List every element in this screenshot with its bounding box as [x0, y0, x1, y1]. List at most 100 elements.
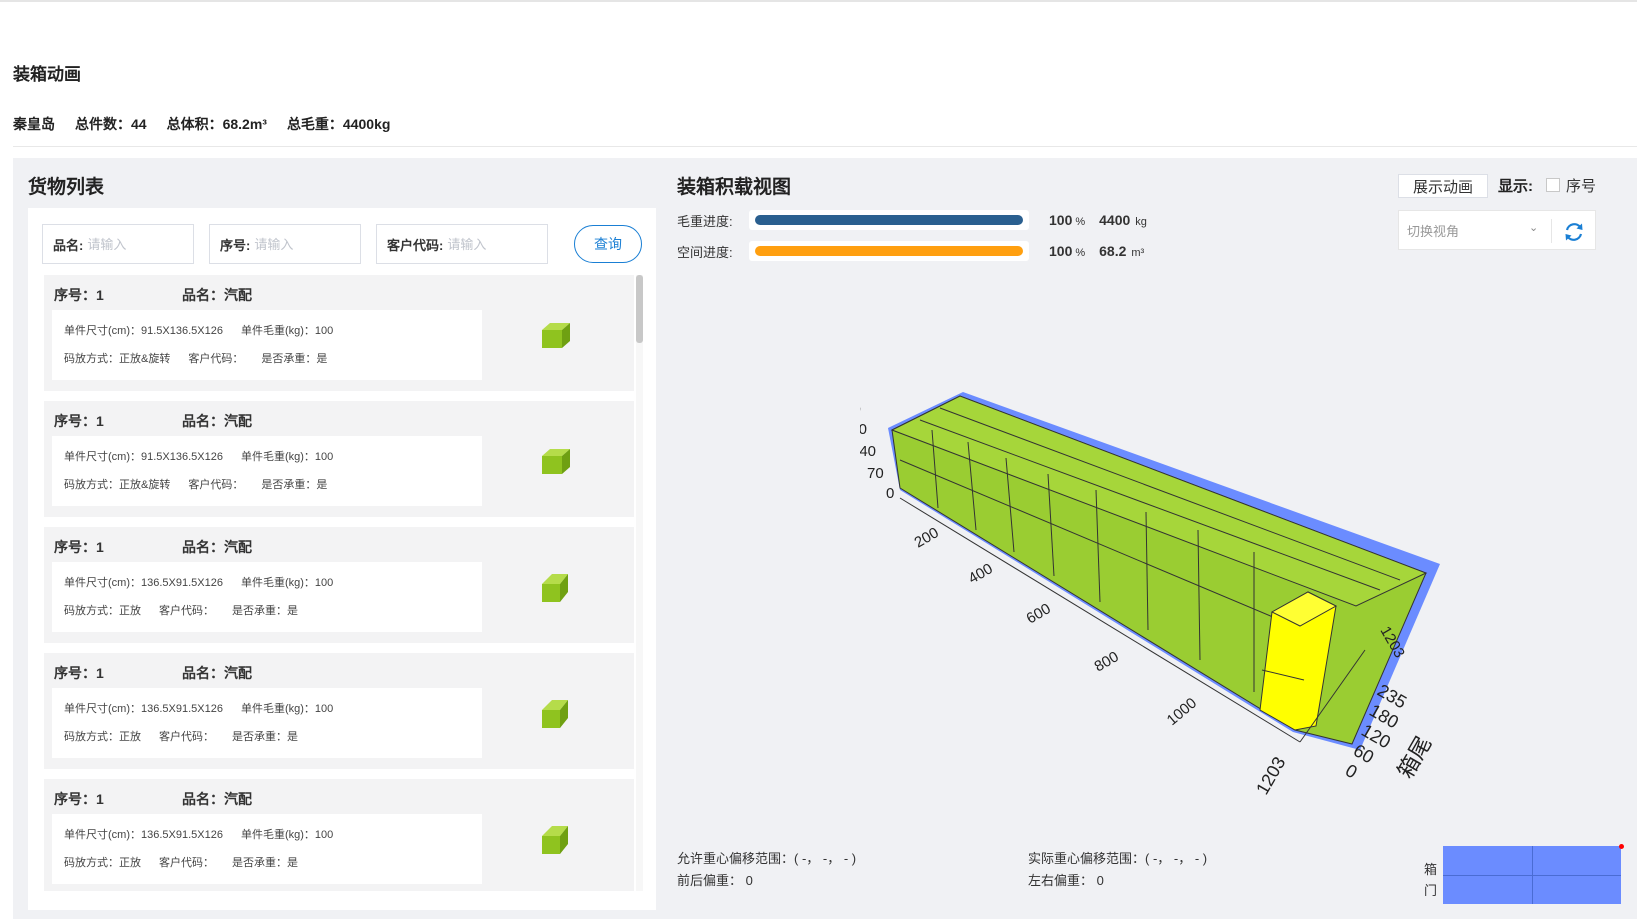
length-tick: 200 [912, 524, 942, 551]
item-weight: 单件毛重(kg)：100 [240, 829, 334, 841]
rear-label: 箱尾 [1393, 732, 1437, 783]
list-item[interactable]: 序号：1 品名：汽配 单件尺寸(cm)：136.5X91.5X126 单件毛重(kg… [44, 779, 634, 891]
item-placement: 码放方式：正放&旋转 [64, 479, 171, 491]
item-detail: 单件尺寸(cm)：91.5X136.5X126 单件毛重(kg)：100 码放方式… [52, 310, 482, 380]
item-size: 单件尺寸(cm)：136.5X91.5X126 [64, 829, 223, 841]
item-detail: 单件尺寸(cm)：136.5X91.5X126 单件毛重(kg)：100 码放方式… [52, 562, 482, 632]
length-tick: 800 [1092, 648, 1122, 675]
item-customer: 客户代码： [188, 353, 244, 365]
item-seq: 序号：1 [54, 287, 104, 303]
item-detail: 单件尺寸(cm)：136.5X91.5X126 单件毛重(kg)：100 码放方式… [52, 688, 482, 758]
summary-location: 秦皇岛 [13, 116, 55, 132]
item-name: 品名：汽配 [182, 287, 252, 303]
item-placement: 码放方式：正放 [64, 731, 141, 743]
list-item[interactable]: 序号：1 品名：汽配 单件尺寸(cm)：136.5X91.5X126 单件毛重(kg… [44, 653, 634, 769]
item-detail: 单件尺寸(cm)：136.5X91.5X126 单件毛重(kg)：100 码放方式… [52, 814, 482, 884]
item-placement: 码放方式：正放 [64, 857, 141, 869]
item-bearing: 是否承重：是 [232, 731, 298, 743]
height-tick: 140 [860, 443, 876, 460]
name-filter-label: 品名: [53, 237, 84, 253]
item-seq: 序号：1 [54, 665, 104, 681]
cargo-list[interactable]: 序号：1 品名：汽配 单件尺寸(cm)：91.5X136.5X126 单件毛重(kg… [44, 275, 634, 891]
item-bearing: 是否承重：是 [232, 605, 298, 617]
length-tick: 1203 [1252, 753, 1289, 798]
seq-filter-label: 序号: [220, 237, 251, 253]
container-3d-view[interactable]: 269 210 140 70 0 200 400 600 800 1000 12… [860, 380, 1520, 820]
seq-filter[interactable]: 序号: [209, 224, 361, 264]
space-progress: 空间进度: 100% 68.2 m³ [677, 240, 1144, 262]
center-of-gravity-marker [1619, 844, 1624, 849]
chevron-down-icon[interactable]: ⌄ [1529, 221, 1538, 234]
actual-offset: 实际重心偏移范围：( -， -， - ) [1028, 851, 1208, 866]
left-right-bias: 左右偏重： 0 [1028, 873, 1104, 888]
item-placement: 码放方式：正放&旋转 [64, 353, 171, 365]
customer-filter[interactable]: 客户代码: [376, 224, 548, 264]
page-title: 装箱动画 [13, 65, 81, 84]
refresh-icon[interactable] [1561, 219, 1587, 245]
weight-progress-fill [755, 215, 1023, 225]
item-name: 品名：汽配 [182, 791, 252, 807]
query-button[interactable]: 查询 [574, 225, 642, 263]
summary-bar: 秦皇岛 总件数：44 总体积：68.2m³ 总毛重：4400kg [13, 114, 390, 134]
seq-input[interactable] [254, 236, 360, 252]
name-filter[interactable]: 品名: [42, 224, 194, 264]
item-name: 品名：汽配 [182, 539, 252, 555]
allowed-offset: 允许重心偏移范围：( -， -， - ) [677, 851, 857, 866]
height-tick: 210 [860, 421, 867, 438]
summary-total-volume: 总体积：68.2m³ [166, 116, 267, 132]
loading-view-title: 装箱积载视图 [677, 177, 792, 198]
weight-progress-value: 4400 kg [1099, 212, 1147, 228]
length-tick: 400 [966, 560, 996, 587]
list-item[interactable]: 序号：1 品名：汽配 单件尺寸(cm)：91.5X136.5X126 单件毛重(kg… [44, 401, 634, 517]
item-weight: 单件毛重(kg)：100 [240, 325, 334, 337]
item-name: 品名：汽配 [182, 665, 252, 681]
weight-progress-track [749, 210, 1029, 230]
length-tick: 600 [1024, 600, 1054, 627]
item-customer: 客户代码： [188, 479, 244, 491]
height-axis: 269 210 140 70 0 [860, 401, 894, 502]
item-seq: 序号：1 [54, 413, 104, 429]
top-border [0, 0, 1637, 2]
cargo-cube-icon [542, 574, 568, 602]
item-weight: 单件毛重(kg)：100 [240, 451, 334, 463]
space-progress-percent: 100% [1049, 243, 1086, 259]
item-name: 品名：汽配 [182, 413, 252, 429]
item-size: 单件尺寸(cm)：136.5X91.5X126 [64, 703, 223, 715]
view-select[interactable]: 切换视角 [1407, 221, 1547, 240]
separator [1551, 219, 1552, 243]
view-controls: 切换视角 ⌄ [1398, 210, 1596, 250]
list-item[interactable]: 序号：1 品名：汽配 单件尺寸(cm)：91.5X136.5X126 单件毛重(kg… [44, 275, 634, 391]
front-back-bias: 前后偏重： 0 [677, 873, 753, 888]
weight-progress-percent: 100% [1049, 212, 1086, 228]
door-label-2: 门 [1424, 883, 1438, 898]
seq-checkbox[interactable] [1546, 178, 1560, 192]
customer-input[interactable] [447, 236, 547, 252]
space-progress-track [749, 241, 1029, 261]
summary-total-weight: 总毛重：4400kg [286, 116, 391, 132]
item-size: 单件尺寸(cm)：136.5X91.5X126 [64, 577, 223, 589]
display-label: 显示: [1498, 178, 1533, 195]
length-tick: 1000 [1164, 695, 1200, 729]
space-progress-label: 空间进度: [677, 244, 733, 260]
weight-progress: 毛重进度: 100% 4400 kg [677, 209, 1147, 231]
item-bearing: 是否承重：是 [232, 857, 298, 869]
item-size: 单件尺寸(cm)：91.5X136.5X126 [64, 325, 223, 337]
list-scroll-thumb[interactable] [636, 275, 643, 343]
item-placement: 码放方式：正放 [64, 605, 141, 617]
list-scrollbar[interactable] [636, 275, 643, 891]
item-bearing: 是否承重：是 [261, 353, 328, 365]
cargo-cube-icon [542, 700, 568, 728]
space-progress-fill [755, 246, 1023, 256]
item-customer: 客户代码： [159, 605, 214, 617]
summary-total-count: 总件数：44 [75, 116, 147, 132]
height-tick: 70 [867, 465, 884, 482]
item-bearing: 是否承重：是 [261, 479, 328, 491]
cargo-cube-icon [542, 323, 570, 348]
show-animation-button[interactable]: 展示动画 [1398, 174, 1488, 198]
minimap-hline [1443, 875, 1621, 876]
item-customer: 客户代码： [159, 731, 214, 743]
item-seq: 序号：1 [54, 539, 104, 555]
name-input[interactable] [87, 236, 193, 252]
item-weight: 单件毛重(kg)：100 [240, 577, 334, 589]
list-item[interactable]: 序号：1 品名：汽配 单件尺寸(cm)：136.5X91.5X126 单件毛重(kg… [44, 527, 634, 643]
